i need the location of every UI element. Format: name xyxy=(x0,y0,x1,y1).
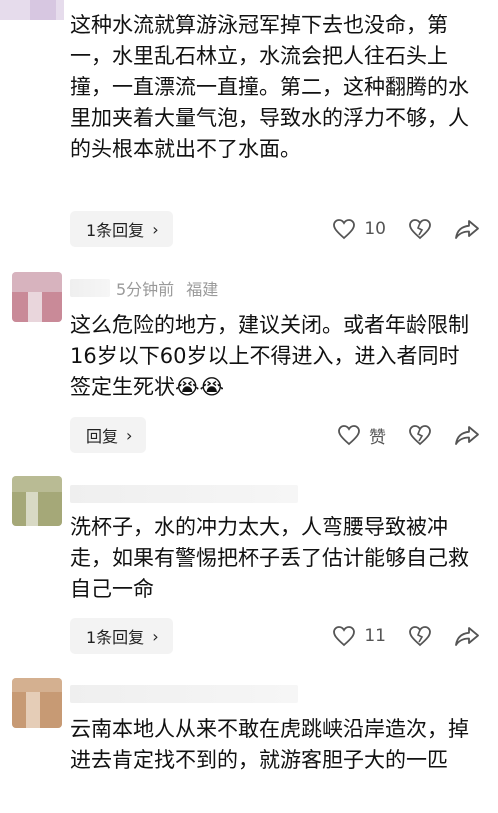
comment-actions: 赞 xyxy=(315,417,480,453)
comment-text: 云南本地人从来不敢在虎跳峡沿岸造次，掉进去肯定找不到的，就游客胆子大的一匹 xyxy=(70,717,469,772)
crying-emoji: 😭 xyxy=(199,375,225,399)
chevron-right-icon: › xyxy=(152,219,159,239)
avatar[interactable] xyxy=(12,272,62,322)
username-blurred[interactable] xyxy=(70,279,110,297)
comment-actions: 11 xyxy=(310,618,480,654)
comment-text-body: 这么危险的地方，建议关闭。或者年龄限制16岁以下60岁以上不得进入，进入者同时签… xyxy=(70,313,469,399)
heart-outline-icon xyxy=(333,626,356,647)
share-arrow-icon xyxy=(455,220,479,239)
like-button[interactable]: 11 xyxy=(332,625,386,647)
like-button[interactable]: 赞 xyxy=(337,423,386,448)
heart-outline-icon xyxy=(333,219,356,240)
crying-emoji: 😭 xyxy=(175,375,200,399)
reply-label: 回复 xyxy=(86,427,119,446)
avatar[interactable] xyxy=(12,678,62,728)
share-button[interactable] xyxy=(454,218,480,240)
username-blurred[interactable] xyxy=(70,685,298,703)
comment-3: 洗杯子，水的冲力太大，人弯腰导致被冲走，如果有警惕把杯子丢了估计能够自己救自己一… xyxy=(0,470,498,660)
like-button[interactable]: 10 xyxy=(332,218,386,240)
comment-text: 洗杯子，水的冲力太大，人弯腰导致被冲走，如果有警惕把杯子丢了估计能够自己救自己一… xyxy=(70,515,469,601)
broken-heart-icon xyxy=(409,425,431,446)
view-replies-button[interactable]: 1条回复 › xyxy=(70,618,173,654)
dislike-button[interactable] xyxy=(408,625,432,647)
reply-button[interactable]: 回复 › xyxy=(70,417,147,453)
share-button[interactable] xyxy=(454,625,480,647)
dislike-button[interactable] xyxy=(408,218,432,240)
comment-text: 这种水流就算游泳冠军掉下去也没命，第一，水里乱石林立，水流会把人往石头上撞，一直… xyxy=(70,13,469,161)
comment-location: 福建 xyxy=(186,280,219,299)
like-count: 10 xyxy=(364,219,386,239)
comment-1: 这种水流就算游泳冠军掉下去也没命，第一，水里乱石林立，水流会把人往石头上撞，一直… xyxy=(0,0,498,262)
reply-count-label: 1条回复 xyxy=(86,628,145,647)
view-replies-button[interactable]: 1条回复 › xyxy=(70,211,173,247)
like-label: 赞 xyxy=(369,427,386,448)
comment-4: 云南本地人从来不敢在虎跳峡沿岸造次，掉进去肯定找不到的，就游客胆子大的一匹 xyxy=(0,672,498,813)
broken-heart-icon xyxy=(409,219,431,240)
broken-heart-icon xyxy=(409,626,431,647)
comment-meta xyxy=(70,484,298,504)
comment-time: 5分钟前 xyxy=(116,280,175,299)
chevron-right-icon: › xyxy=(126,425,133,445)
dislike-button[interactable] xyxy=(408,424,432,446)
share-arrow-icon xyxy=(455,627,479,646)
avatar[interactable] xyxy=(12,476,62,526)
share-arrow-icon xyxy=(455,426,479,445)
comment-2: 5分钟前 福建 这么危险的地方，建议关闭。或者年龄限制16岁以下60岁以上不得进… xyxy=(0,262,498,462)
heart-outline-icon xyxy=(338,425,360,446)
username-blurred[interactable] xyxy=(70,485,298,503)
chevron-right-icon: › xyxy=(152,626,159,646)
share-button[interactable] xyxy=(454,424,480,446)
comment-actions: 10 xyxy=(310,211,480,247)
reply-count-label: 1条回复 xyxy=(86,221,145,240)
comment-meta: 5分钟前 福建 xyxy=(70,278,219,299)
like-count: 11 xyxy=(364,626,386,646)
comment-meta xyxy=(70,684,298,704)
comment-text: 这么危险的地方，建议关闭。或者年龄限制16岁以下60岁以上不得进入，进入者同时签… xyxy=(70,310,480,406)
